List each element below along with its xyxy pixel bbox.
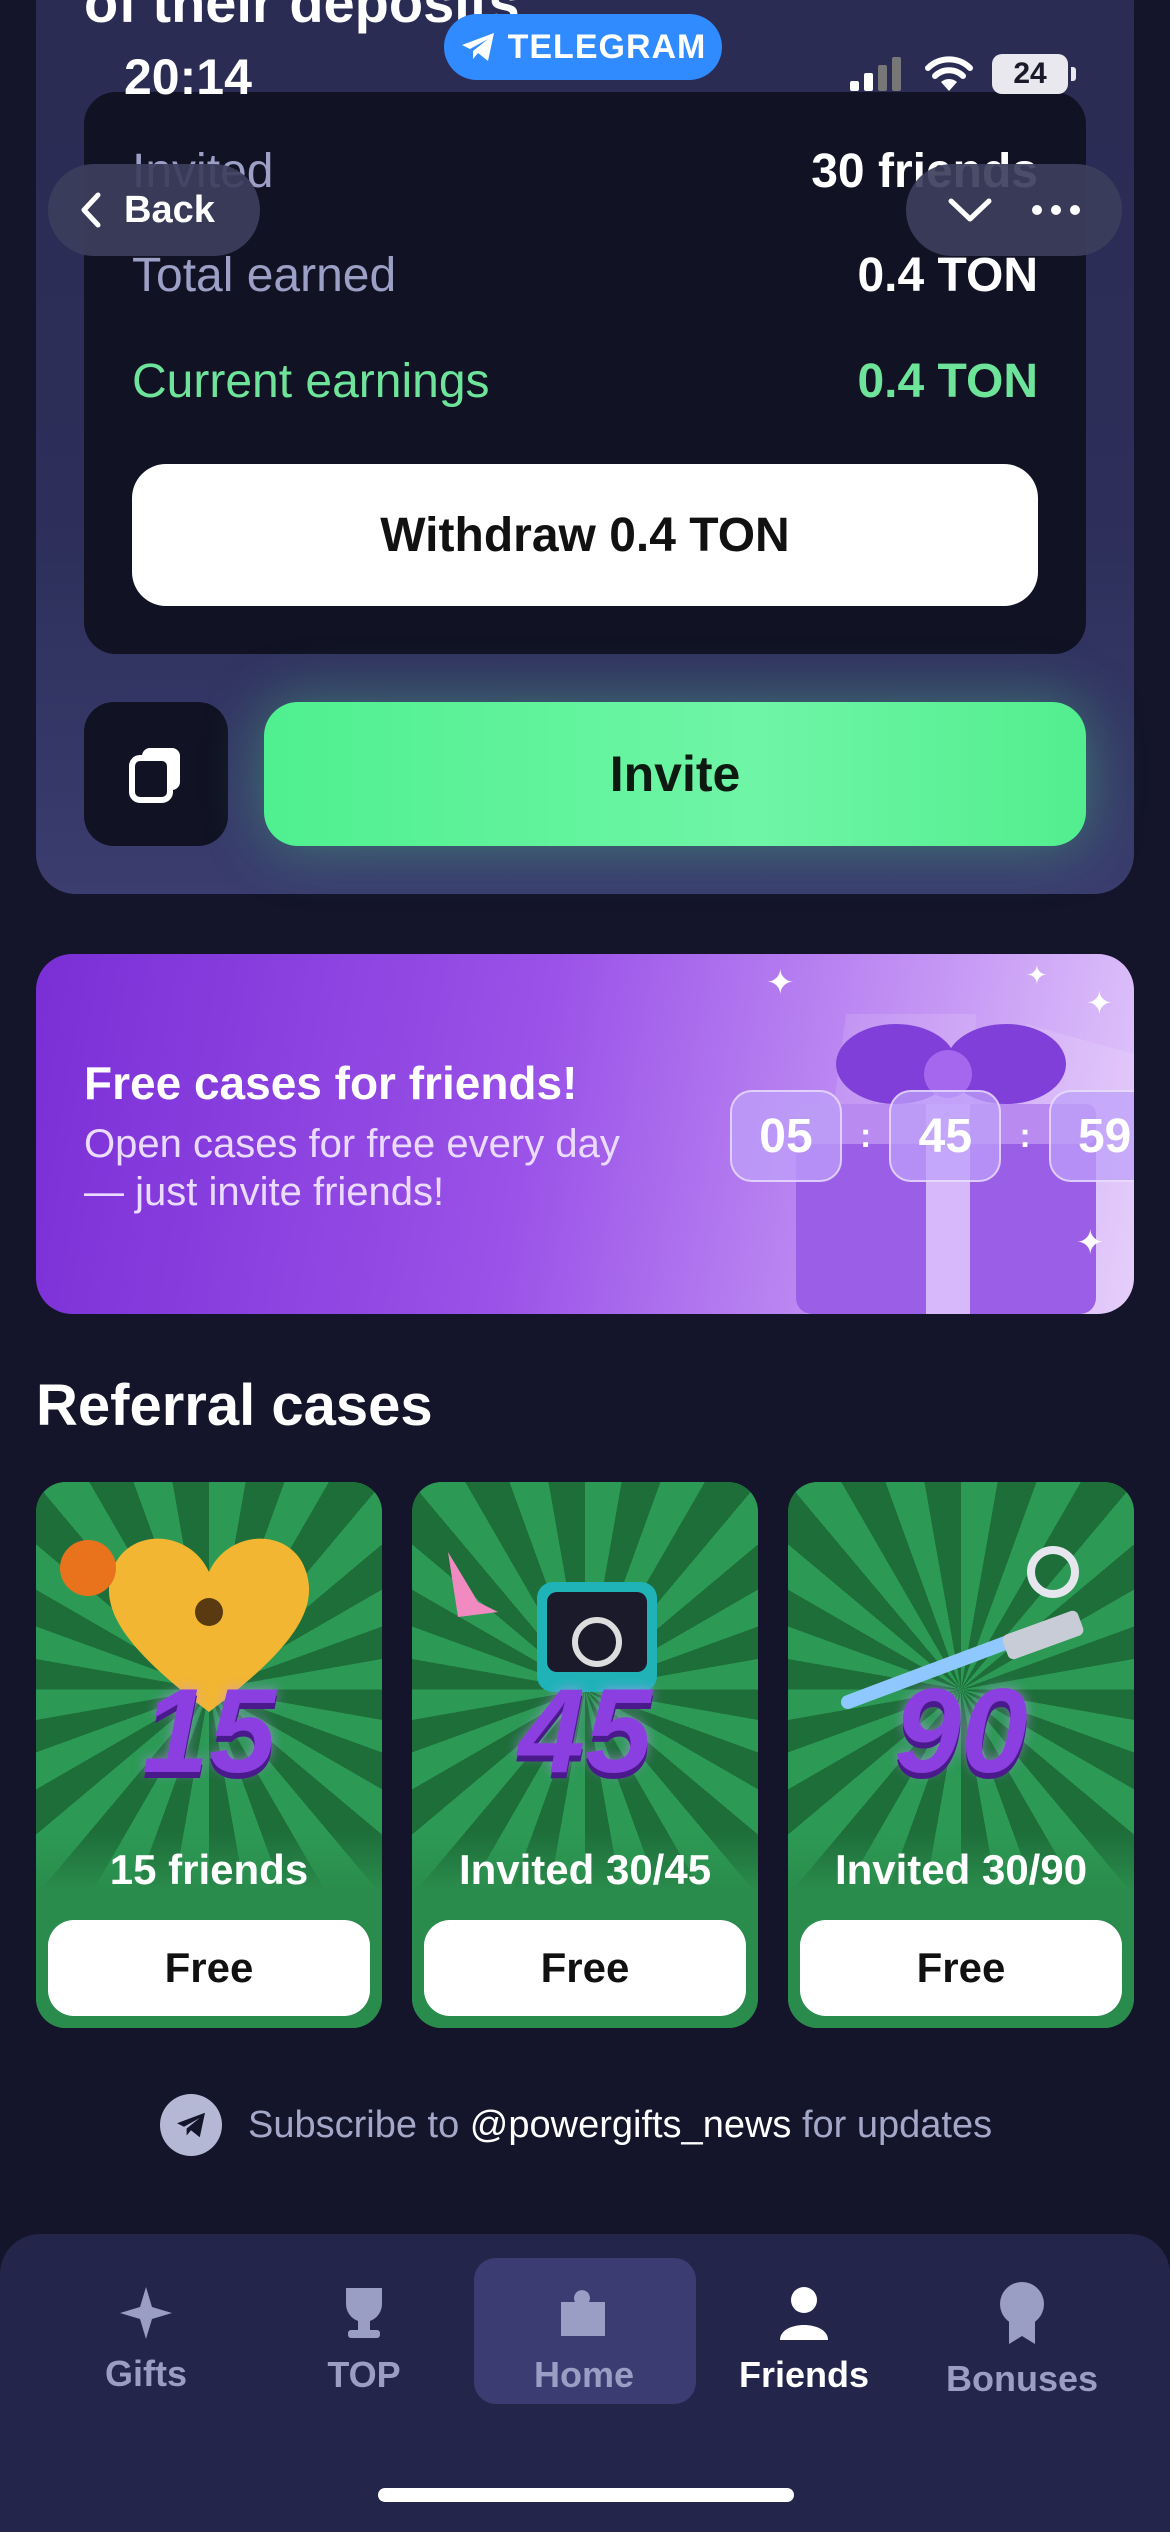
stat-label-current-earnings: Current earnings <box>132 355 490 408</box>
chevron-down-icon[interactable] <box>947 195 993 225</box>
invite-button[interactable]: Invite <box>264 702 1086 846</box>
case-free-button[interactable]: Free <box>48 1920 370 2016</box>
svg-text:✦: ✦ <box>1076 1224 1105 1262</box>
promo-subtitle: Open cases for free every day — just inv… <box>84 1122 620 1214</box>
timer-minutes: 45 <box>889 1090 1002 1182</box>
telegram-icon <box>160 2094 222 2156</box>
svg-text:✦: ✦ <box>766 964 795 1002</box>
timer-separator: : <box>1019 1116 1031 1155</box>
tab-label: Gifts <box>104 2353 187 2394</box>
telegram-badge[interactable]: TELEGRAM <box>444 14 722 80</box>
subscribe-link[interactable]: Subscribe to @powergifts_news for update… <box>160 2094 992 2156</box>
trophy-icon <box>346 2288 382 2338</box>
timer-hours: 05 <box>730 1090 842 1182</box>
timer-separator: : <box>860 1116 872 1155</box>
stat-value-total-earned: 0.4 TON <box>857 249 1038 302</box>
case-card-15[interactable]: 15 15 friends Free <box>36 1482 382 2028</box>
telegram-badge-label: TELEGRAM <box>507 27 707 66</box>
section-title: Referral cases <box>36 1373 433 1438</box>
case-card-45[interactable]: 45 Invited 30/45 Free <box>412 1482 758 2028</box>
subscribe-handle[interactable]: @powergifts_news <box>470 2104 792 2146</box>
free-cases-banner[interactable]: ✦ ✦ ✦ ✦ Free cases for friends! Open cas… <box>36 954 1134 1314</box>
case-free-button[interactable]: Free <box>800 1920 1122 2016</box>
case-label: 15 friends <box>109 1846 309 1893</box>
chevron-left-icon <box>81 192 101 228</box>
subscribe-suffix: for updates <box>791 2103 993 2146</box>
wifi-icon <box>925 56 973 91</box>
signal-icon <box>850 57 901 91</box>
stat-label-total-earned: Total earned <box>132 249 397 302</box>
home-indicator <box>378 2488 794 2502</box>
copy-icon <box>129 748 180 803</box>
case-free-button[interactable]: Free <box>424 1920 746 2016</box>
copy-link-button[interactable] <box>84 702 228 846</box>
tab-top[interactable]: TOP <box>254 2270 474 2410</box>
back-button[interactable]: Back <box>48 164 260 256</box>
person-icon <box>780 2287 828 2340</box>
medal-icon <box>1000 2282 1044 2344</box>
stat-value-current-earnings: 0.4 TON <box>857 355 1038 408</box>
battery-indicator: 24 <box>992 54 1076 94</box>
tab-label: Friends <box>738 2354 870 2395</box>
menu-pill <box>906 164 1122 256</box>
heels-icon <box>448 1552 498 1617</box>
subscribe-prefix: Subscribe to <box>248 2103 470 2146</box>
tab-label: Bonuses <box>945 2358 1099 2399</box>
more-icon[interactable] <box>1031 204 1081 216</box>
countdown-timer: 05 : 45 : 59 <box>730 1090 1134 1182</box>
tab-label: Home <box>533 2354 635 2395</box>
tab-label: TOP <box>327 2354 401 2395</box>
status-time: 20:14 <box>124 49 252 105</box>
ring-icon <box>1027 1546 1079 1598</box>
back-label: Back <box>124 188 215 231</box>
case-number: 45 <box>518 1664 652 1798</box>
case-number: 90 <box>894 1664 1028 1798</box>
status-icons: 24 <box>848 54 1076 94</box>
tab-friends[interactable]: Friends <box>694 2270 914 2410</box>
promo-title: Free cases for friends! <box>84 1057 578 1109</box>
subscribe-text: Subscribe to @powergifts_news for update… <box>248 2104 992 2147</box>
sparkle-icon <box>120 2287 172 2339</box>
svg-text:✦: ✦ <box>1026 960 1048 990</box>
tab-gifts[interactable]: Gifts <box>36 2270 256 2410</box>
case-card-90[interactable]: 90 Invited 30/90 Free <box>788 1482 1134 2028</box>
svg-text:✦: ✦ <box>1086 985 1113 1021</box>
case-label: Invited 30/90 <box>834 1846 1088 1893</box>
telegram-icon <box>461 33 494 61</box>
pumpkin-icon <box>60 1540 116 1596</box>
tab-bonuses[interactable]: Bonuses <box>912 2270 1132 2410</box>
timer-seconds: 59 <box>1048 1090 1134 1182</box>
case-number: 15 <box>142 1664 276 1798</box>
tab-home[interactable]: Home <box>474 2270 694 2410</box>
puzzle-icon <box>561 2290 605 2336</box>
case-label: Invited 30/45 <box>458 1846 712 1893</box>
withdraw-button[interactable]: Withdraw 0.4 TON <box>132 464 1038 606</box>
